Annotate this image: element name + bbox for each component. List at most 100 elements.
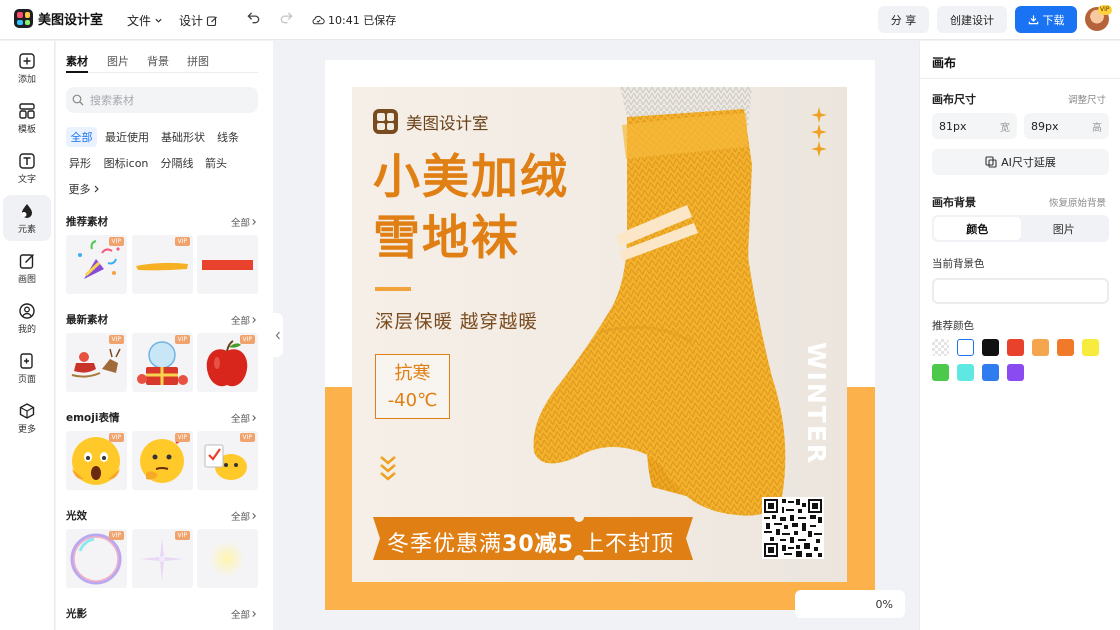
canvas-bg-label: 画布背景 [932,196,976,209]
app-logo[interactable]: 美图设计室 [14,9,103,28]
app-name: 美图设计室 [38,13,104,28]
asset-snow-globe[interactable]: VIP [132,333,193,392]
chip-icons[interactable]: 图标icon [101,153,151,173]
chip-irregular[interactable]: 异形 [66,153,94,173]
asset-emoji-thinking[interactable]: VIP [132,431,193,490]
canvas-size-label: 画布尺寸 [932,93,976,106]
tab-collage[interactable]: 拼图 [187,53,209,69]
vip-badge: VIP [174,531,190,540]
swatch-transparent[interactable] [932,339,949,356]
tab-materials[interactable]: 素材 [66,53,88,69]
collapse-panel-button[interactable] [273,313,283,357]
headline-line-1: 小美加绒 [373,150,569,205]
see-all-light-effects[interactable]: 全部 [231,509,257,523]
promo-text-b: 30减5 [502,532,574,557]
rail-item-draw[interactable]: 画图 [3,245,51,291]
recommended-colors-label: 推荐颜色 [932,320,974,332]
section-title-emoji: emoji表情 [66,412,120,424]
swatch-blue[interactable] [982,364,999,381]
vip-badge: VIP [174,237,190,246]
download-icon [1028,15,1038,25]
undo-icon[interactable] [246,10,261,25]
chip-lines[interactable]: 线条 [214,127,242,147]
swatch-purple[interactable] [1007,364,1024,381]
ai-resize-button[interactable]: AI尺寸延展 [932,149,1109,175]
rail-item-template[interactable]: 模板 [3,95,51,141]
bg-type-image[interactable]: 图片 [1021,217,1108,240]
menu-file[interactable]: 文件 [127,12,163,29]
download-button[interactable]: 下载 [1015,6,1077,33]
poster-brand-name: 美图设计室 [406,113,489,133]
asset-apple[interactable]: VIP [197,333,258,392]
swatch-green[interactable] [932,364,949,381]
swatch-orange[interactable] [1057,339,1074,356]
chevron-right-icon [252,317,256,323]
rail-item-mine[interactable]: 我的 [3,295,51,341]
chip-arrows[interactable]: 箭头 [202,153,230,173]
cube-icon [19,402,35,419]
chevron-right-icon [94,185,99,193]
logo-icon [14,9,33,28]
restore-bg-link[interactable]: 恢复原始背景 [1049,195,1106,209]
asset-party-popper[interactable]: VIP [66,235,127,294]
swatch-red[interactable] [1007,339,1024,356]
see-all-latest[interactable]: 全部 [231,313,257,327]
menu-design[interactable]: 设计 [179,12,218,29]
asset-sleigh[interactable]: VIP [66,333,127,392]
chip-basic-shapes[interactable]: 基础形状 [157,127,209,147]
chip-dividers[interactable]: 分隔线 [157,153,197,173]
share-button[interactable]: 分 享 [878,6,929,33]
promo-banner[interactable]: 冬季优惠满30减5 上不封顶 [373,517,693,560]
bg-type-color[interactable]: 颜色 [934,217,1021,240]
rail-item-add[interactable]: 添加 [3,45,51,91]
see-all-emoji[interactable]: 全部 [231,411,257,425]
poster-artwork[interactable]: 美图设计室 小美加绒 雪地袜 深层保暖 越穿越暖 抗寒 -40℃ WINTER … [352,87,847,582]
tab-backgrounds[interactable]: 背景 [147,53,169,69]
asset-glow[interactable] [197,529,258,588]
swatch-light-orange[interactable] [1032,339,1049,356]
search-input[interactable] [66,87,258,113]
rail-item-more[interactable]: 更多 [3,395,51,441]
see-all-light-shadow[interactable]: 全部 [231,607,257,621]
zoom-indicator[interactable]: 0% [795,590,905,618]
swatch-black[interactable] [982,339,999,356]
winter-vertical-text[interactable]: WINTER [798,338,838,478]
shapes-icon [21,203,32,218]
qr-code[interactable] [762,497,824,559]
section-title-light-effects: 光效 [66,510,87,522]
asset-emoji-scared[interactable]: VIP [66,431,127,490]
asset-yellow-brush[interactable]: VIP [132,235,193,294]
asset-bubble[interactable]: VIP [66,529,127,588]
swatch-white[interactable] [957,339,974,356]
width-field[interactable]: 81px 宽 [932,113,1017,139]
asset-sparkle[interactable]: VIP [132,529,193,588]
see-all-recommended[interactable]: 全部 [231,215,257,229]
design-canvas[interactable]: 美图设计室 小美加绒 雪地袜 深层保暖 越穿越暖 抗寒 -40℃ WINTER … [325,60,875,610]
chevron-down-icon [155,18,162,23]
tab-images[interactable]: 图片 [107,53,129,69]
vip-badge: VIP [239,433,255,442]
poster-headline[interactable]: 小美加绒 雪地袜 [373,147,613,269]
poster-subline[interactable]: 深层保暖 越穿越暖 [375,308,538,334]
poster-brand[interactable]: 美图设计室 [373,109,489,134]
create-design-button[interactable]: 创建设计 [937,6,1007,33]
chip-all[interactable]: 全部 [66,127,97,147]
rail-item-elements[interactable]: 元素 [3,195,51,241]
rail-item-text[interactable]: 文字 [3,145,51,191]
redo-icon[interactable] [279,10,294,25]
resize-link[interactable]: 调整尺寸 [1068,92,1106,106]
vip-badge: VIP [108,531,124,540]
asset-emoji-check[interactable]: VIP [197,431,258,490]
text-icon [19,152,35,169]
vip-badge: VIP [239,335,255,344]
current-bg-color-field[interactable] [932,278,1109,304]
rail-item-page[interactable]: 页面 [3,345,51,391]
asset-red-bar[interactable] [197,235,258,294]
swatch-yellow[interactable] [1082,339,1099,356]
cold-resist-box[interactable]: 抗寒 -40℃ [375,354,450,419]
swatch-cyan[interactable] [957,364,974,381]
cloud-check-icon [312,15,325,25]
height-field[interactable]: 89px 高 [1024,113,1109,139]
chip-more[interactable]: 更多 [66,179,102,199]
chip-recent[interactable]: 最近使用 [102,127,152,147]
